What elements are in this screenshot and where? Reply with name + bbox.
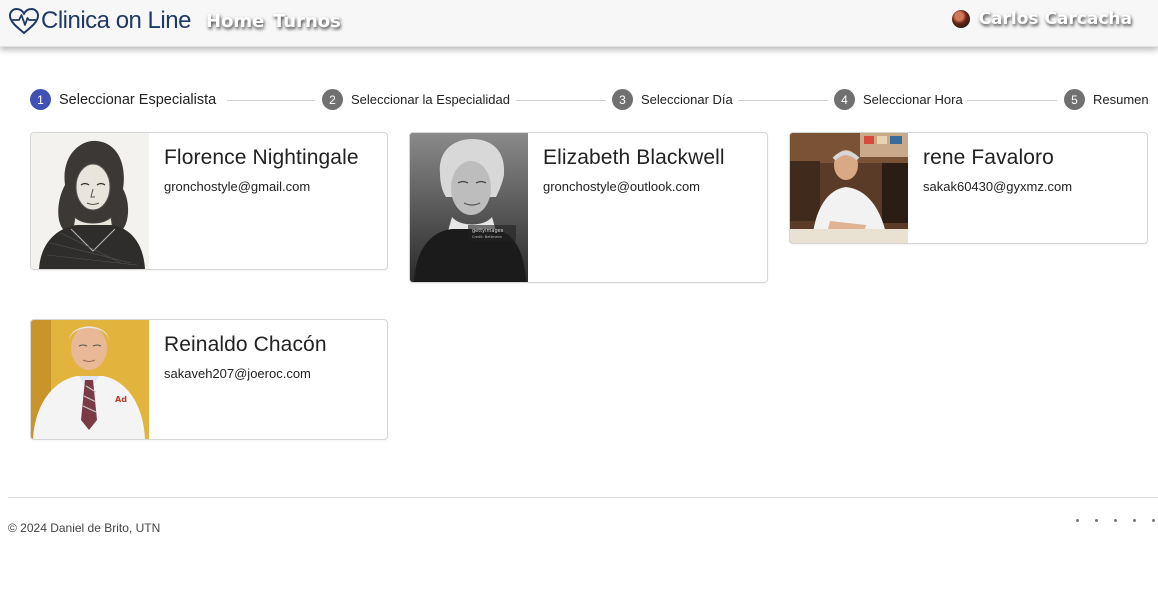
user-name: Carlos Carcacha	[978, 9, 1132, 29]
stepper: 1 Seleccionar Especialista 2 Seleccionar…	[30, 89, 1150, 111]
specialist-card[interactable]: Florence Nightingale gronchostyle@gmail.…	[30, 132, 388, 270]
user-menu[interactable]: Carlos Carcacha	[951, 9, 1132, 29]
step-label: Seleccionar Hora	[863, 92, 963, 107]
avatar	[951, 10, 970, 28]
specialist-name: rene Favaloro	[923, 146, 1054, 169]
step-number: 3	[612, 89, 633, 110]
step-connector	[516, 100, 606, 101]
footer-dots	[1076, 519, 1158, 529]
footer-copyright: © 2024 Daniel de Brito, UTN	[8, 521, 161, 535]
svg-text:Credit: Bettmann: Credit: Bettmann	[472, 235, 502, 239]
step-connector	[227, 100, 315, 101]
specialist-name: Elizabeth Blackwell	[543, 146, 725, 169]
specialist-card[interactable]: gettyimages Credit: Bettmann Elizabeth B…	[409, 132, 768, 283]
step-label: Seleccionar Día	[641, 92, 733, 107]
svg-text:gettyimages: gettyimages	[472, 228, 504, 234]
step-select-specialty[interactable]: 2 Seleccionar la Especialidad	[322, 89, 510, 110]
footer-divider	[8, 497, 1158, 498]
specialist-email: gronchostyle@outlook.com	[543, 179, 700, 194]
brand-name: Clinica on Line	[41, 7, 191, 34]
svg-text:Ad: Ad	[115, 395, 127, 404]
specialist-photo	[31, 133, 149, 269]
step-number: 1	[30, 89, 51, 110]
step-number: 4	[834, 89, 855, 110]
step-label: Resumen	[1093, 92, 1149, 107]
specialist-email: sakak60430@gyxmz.com	[923, 179, 1073, 194]
specialist-email: gronchostyle@gmail.com	[164, 179, 311, 194]
nav-link-turnos[interactable]: Turnos	[273, 11, 341, 32]
step-number: 5	[1064, 89, 1085, 110]
step-connector	[967, 100, 1057, 101]
brand-logo-link[interactable]: Clinica on Line	[8, 6, 191, 36]
step-label: Seleccionar la Especialidad	[351, 92, 510, 107]
specialist-photo: Ad	[31, 320, 149, 439]
specialist-email: sakaveh207@joeroc.com	[164, 366, 311, 381]
step-select-hour[interactable]: 4 Seleccionar Hora	[834, 89, 963, 110]
specialist-card[interactable]: rene Favaloro sakak60430@gyxmz.com	[789, 132, 1148, 244]
specialist-name: Reinaldo Chacón	[164, 333, 327, 356]
navbar: Clinica on Line Home Turnos Carlos Carca…	[0, 0, 1158, 47]
step-summary[interactable]: 5 Resumen	[1064, 89, 1149, 110]
step-connector	[738, 100, 828, 101]
step-label: Seleccionar Especialista	[59, 91, 217, 108]
step-select-specialist[interactable]: 1 Seleccionar Especialista	[30, 89, 216, 110]
step-select-day[interactable]: 3 Seleccionar Día	[612, 89, 733, 110]
specialist-photo: gettyimages Credit: Bettmann	[410, 133, 528, 282]
specialist-photo	[790, 133, 908, 243]
specialist-name: Florence Nightingale	[164, 146, 359, 169]
step-number: 2	[322, 89, 343, 110]
specialist-card[interactable]: Ad Reinaldo Chacón sakaveh207@joeroc.com	[30, 319, 388, 440]
heartbeat-icon	[8, 7, 40, 35]
nav-link-home[interactable]: Home	[206, 11, 264, 32]
